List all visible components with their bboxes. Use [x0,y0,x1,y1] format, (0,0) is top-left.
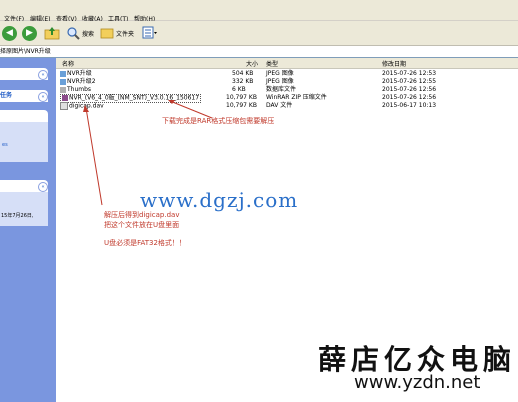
rar-archive-icon [62,95,68,101]
back-button[interactable]: ◀ [2,24,17,42]
column-name[interactable]: 名称 [62,59,74,68]
search-button[interactable]: 搜索 [66,24,94,42]
collapse-panel-2-icon[interactable]: « [38,92,48,102]
sidebar-detail-date: 15年7月26日, [1,213,34,219]
address-bar[interactable]: 择原图片\NVR升级 [0,46,518,58]
sidebar-detail-extra: es [2,142,8,148]
sidebar-panel-3-header[interactable] [0,110,48,122]
folders-icon [100,28,114,39]
sidebar-panel-3-body: es [0,122,48,162]
forward-button[interactable]: ▶ [22,24,37,42]
jpeg-file-icon [60,78,66,85]
views-grid-icon [142,26,157,39]
copy-to-usb-note: 把这个文件放在U盘里面 [104,221,180,229]
file-row[interactable]: Thumbs 6 KB 数据库文件 2015-07-26 12:56 [56,86,518,94]
database-file-icon [60,86,66,93]
file-row[interactable]: NVR升级2 332 KB JPEG 图像 2015-07-26 12:55 [56,78,518,86]
search-label: 搜索 [82,30,95,38]
file-list-header: 名称 大小 类型 修改日期 [56,58,518,69]
rar-note: 下载完成是RAR格式压缩包需要解压 [162,117,275,125]
jpeg-file-icon [60,70,66,77]
collapse-panel-1-icon[interactable]: « [38,70,48,80]
back-arrow-icon: ◀ [2,25,17,41]
brand-url: www.yzdn.net [354,372,481,393]
menu-bar: 文件(F) 编辑(E) 查看(V) 收藏(A) 工具(T) 帮助(H) [0,0,518,23]
address-path: 择原图片\NVR升级 [0,48,51,55]
folders-button[interactable]: 文件夹 [100,24,134,42]
toolbar: ◀ ▶ 搜索 文件夹 [0,21,518,46]
column-modified[interactable]: 修改日期 [382,59,406,68]
sidebar-panel-4-body: 15年7月26日, [0,192,48,226]
up-folder-button[interactable] [44,24,60,42]
file-row[interactable]: NVR_(V6_4_0版_(NM_SNT)_V3.0.16_150617 10,… [56,94,518,103]
file-row[interactable]: NVR升级 504 KB JPEG 图像 2015-07-26 12:53 [56,70,518,78]
column-size[interactable]: 大小 [246,59,258,68]
task-sidebar: « 任务 « es « 15年7月26日, [0,58,56,402]
file-row[interactable]: digicap.dav 10,797 KB DAV 文件 2015-06-17 … [56,102,518,110]
forward-arrow-icon: ▶ [22,25,37,41]
up-folder-icon [44,27,60,40]
column-type[interactable]: 类型 [266,59,278,68]
search-icon [67,27,80,40]
folders-label: 文件夹 [116,30,135,38]
fat32-note: U盘必须是FAT32格式！！ [104,239,186,247]
views-button[interactable] [142,24,158,42]
dav-file-icon [60,102,68,110]
collapse-panel-4-icon[interactable]: « [38,182,48,192]
watermark-url: www.dgzj.com [140,188,299,212]
